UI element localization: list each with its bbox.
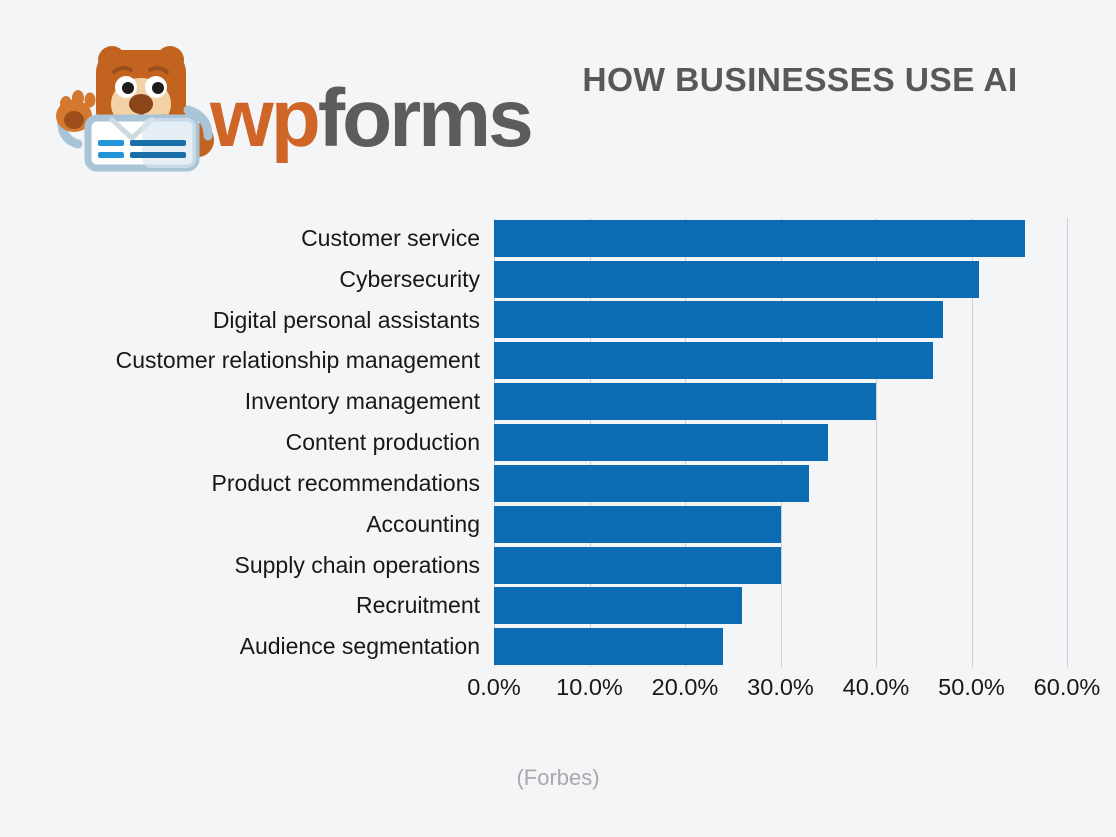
bar-row[interactable]	[494, 422, 1068, 463]
bar-row[interactable]	[494, 463, 1068, 504]
bar[interactable]	[494, 587, 743, 625]
category-label: Accounting	[366, 510, 480, 537]
category-label: Audience segmentation	[239, 633, 480, 660]
bar-row[interactable]	[494, 259, 1068, 300]
category-axis-labels: Customer service Cybersecurity Digital per…	[0, 218, 480, 667]
category-label: Content production	[285, 429, 480, 456]
category-label: Supply chain operations	[234, 551, 481, 578]
bar[interactable]	[494, 301, 943, 339]
x-tick-label: 20.0%	[651, 674, 719, 700]
bar-row[interactable]	[494, 586, 1068, 627]
bar-row[interactable]	[494, 545, 1068, 586]
category-label: Product recommendations	[211, 469, 480, 496]
x-tick-label: 30.0%	[747, 674, 814, 700]
category-label: Cybersecurity	[339, 265, 480, 292]
category-label: Customer service	[301, 224, 480, 251]
bar-chart: Customer service Cybersecurity Digital per…	[0, 0, 1116, 837]
x-tick-label: 60.0%	[1033, 674, 1101, 700]
bar-row[interactable]	[494, 218, 1068, 259]
bar-row[interactable]	[494, 627, 1068, 668]
value-axis-labels: 0.0% 10.0% 20.0% 30.0% 40.0% 50.0% 60.0%	[0, 674, 1116, 714]
x-tick-label: 40.0%	[842, 674, 910, 700]
bar[interactable]	[494, 464, 810, 502]
category-label: Digital personal assistants	[212, 306, 480, 333]
x-tick-label: 10.0%	[556, 674, 623, 700]
category-label: Customer relationship management	[115, 347, 480, 374]
bar-row[interactable]	[494, 300, 1068, 341]
bar[interactable]	[494, 219, 1025, 257]
category-label: Recruitment	[356, 592, 480, 619]
bar-row[interactable]	[494, 381, 1068, 422]
bar-row[interactable]	[494, 504, 1068, 545]
bar[interactable]	[494, 342, 934, 380]
x-tick-label: 0.0%	[467, 674, 521, 700]
bar[interactable]	[494, 424, 829, 462]
bar[interactable]	[494, 546, 781, 584]
source-note: (Forbes)	[516, 765, 600, 790]
bar[interactable]	[494, 505, 781, 543]
category-label: Inventory management	[244, 388, 480, 415]
plot-area	[494, 218, 1068, 667]
bar[interactable]	[494, 260, 980, 298]
bar[interactable]	[494, 628, 724, 666]
bar[interactable]	[494, 383, 876, 421]
x-tick-label: 50.0%	[938, 674, 1005, 700]
bar-row[interactable]	[494, 341, 1068, 382]
